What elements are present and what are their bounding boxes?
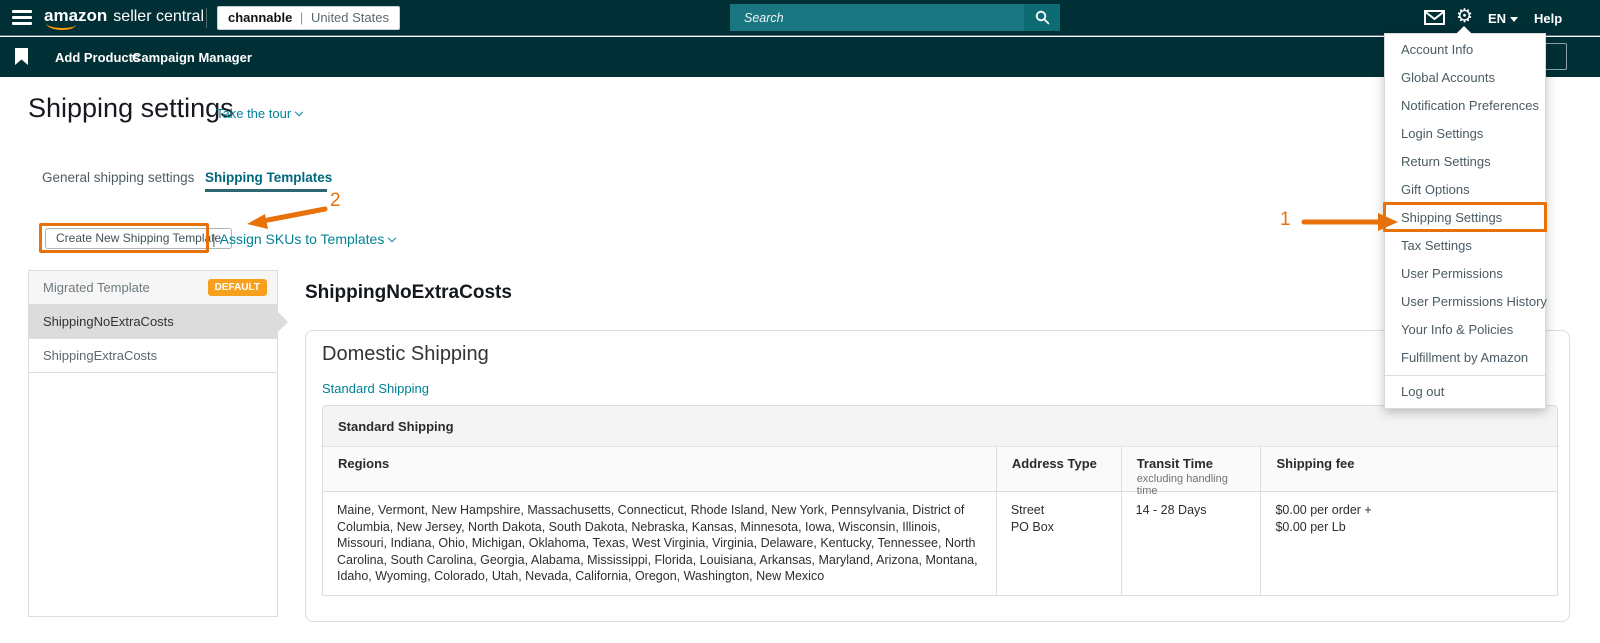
table-data-row: Maine, Vermont, New Hampshire, Massachus… <box>323 492 1557 595</box>
table-header-row: Regions Address Type Transit Time exclud… <box>323 447 1557 492</box>
account-name: channable <box>228 10 292 25</box>
menu-item-user-permissions[interactable]: User Permissions <box>1385 260 1545 288</box>
amazon-seller-central-logo[interactable]: amazonseller central <box>44 6 204 26</box>
template-name: Migrated Template <box>43 280 150 295</box>
top-navigation-bar: amazonseller central channable | United … <box>0 0 1600 36</box>
standard-shipping-table: Standard Shipping Regions Address Type T… <box>322 405 1558 596</box>
address-type-pobox: PO Box <box>1011 519 1107 536</box>
annotation-step-1: 1 <box>1268 203 1402 241</box>
take-the-tour-link[interactable]: Take the tour <box>216 106 302 121</box>
assign-separator: | <box>212 231 216 247</box>
column-header-transit-time: Transit Time excluding handling time <box>1121 447 1261 491</box>
search-button[interactable] <box>1024 4 1060 31</box>
secondary-navigation-bar: Add Products Campaign Manager <box>0 37 1600 77</box>
search-input[interactable] <box>730 4 1024 31</box>
tab-general-shipping-settings[interactable]: General shipping settings <box>42 170 194 185</box>
bookmark-glyph <box>15 48 28 65</box>
envelope-icon <box>1424 10 1445 25</box>
bookmark-icon[interactable] <box>15 48 28 70</box>
assign-skus-label: Assign SKUs to Templates <box>220 231 385 247</box>
menu-item-return-settings[interactable]: Return Settings <box>1385 148 1545 176</box>
tab-shipping-templates[interactable]: Shipping Templates <box>205 170 332 185</box>
nav-item-campaign-manager[interactable]: Campaign Manager <box>132 50 252 65</box>
shipping-templates-list: Migrated Template DEFAULT ShippingNoExtr… <box>28 270 278 617</box>
template-list-item-shippingnoextracosts[interactable]: ShippingNoExtraCosts <box>29 305 277 339</box>
standard-shipping-link[interactable]: Standard Shipping <box>322 381 429 396</box>
annotation-step-2-label: 2 <box>330 190 341 212</box>
page-title: Shipping settings <box>28 93 234 124</box>
menu-item-login-settings[interactable]: Login Settings <box>1385 120 1545 148</box>
messages-icon[interactable] <box>1424 10 1445 30</box>
template-list-item-shippingextracosts[interactable]: ShippingExtraCosts <box>29 339 277 373</box>
settings-gear-icon[interactable]: ⚙ <box>1456 7 1473 26</box>
default-badge: DEFAULT <box>208 279 267 296</box>
chevron-down-icon <box>388 234 396 242</box>
logo-divider <box>206 8 207 28</box>
assign-skus-to-templates-link[interactable]: Assign SKUs to Templates <box>220 231 396 247</box>
menu-item-notification-preferences[interactable]: Notification Preferences <box>1385 92 1545 120</box>
transit-time-label: Transit Time <box>1137 456 1213 471</box>
menu-item-global-accounts[interactable]: Global Accounts <box>1385 64 1545 92</box>
marketplace-name: United States <box>311 10 389 25</box>
fee-per-lb: $0.00 per Lb <box>1275 519 1543 536</box>
cell-address-type: Street PO Box <box>996 492 1121 595</box>
selected-template-title: ShippingNoExtraCosts <box>305 282 512 304</box>
column-header-address-type: Address Type <box>996 447 1121 491</box>
arrow-right-icon <box>1268 203 1402 241</box>
language-code: EN <box>1488 11 1506 26</box>
menu-item-fulfillment-by-amazon[interactable]: Fulfillment by Amazon <box>1385 344 1545 372</box>
menu-item-user-permissions-history[interactable]: User Permissions History <box>1385 288 1545 316</box>
assign-skus-row: |Assign SKUs to Templates <box>212 231 395 247</box>
menu-item-log-out[interactable]: Log out <box>1385 375 1545 406</box>
global-search <box>730 4 1060 31</box>
menu-item-tax-settings[interactable]: Tax Settings <box>1385 232 1545 260</box>
selected-item-arrow <box>277 311 288 333</box>
seller-central-logo-text: seller central <box>113 8 204 25</box>
template-name: ShippingExtraCosts <box>43 348 157 363</box>
menu-item-account-info[interactable]: Account Info <box>1385 36 1545 64</box>
cell-shipping-fee: $0.00 per order + $0.00 per Lb <box>1260 492 1557 595</box>
take-the-tour-label: Take the tour <box>216 106 291 121</box>
annotation-step-1-label: 1 <box>1280 209 1291 231</box>
cell-transit-time: 14 - 28 Days <box>1121 492 1261 595</box>
active-tab-underline <box>205 189 327 192</box>
dropdown-caret <box>1456 26 1472 34</box>
help-link[interactable]: Help <box>1534 11 1562 26</box>
column-header-regions: Regions <box>323 447 996 491</box>
column-header-shipping-fee: Shipping fee <box>1260 447 1557 491</box>
domestic-shipping-heading: Domestic Shipping <box>322 343 489 366</box>
chevron-down-icon <box>295 108 303 116</box>
template-name: ShippingNoExtraCosts <box>43 314 174 329</box>
template-list-item-migrated[interactable]: Migrated Template DEFAULT <box>29 271 277 305</box>
caret-down-icon <box>1510 17 1518 22</box>
domestic-shipping-card: Domestic Shipping Standard Shipping Stan… <box>305 330 1570 622</box>
menu-item-shipping-settings[interactable]: Shipping Settings <box>1385 204 1545 232</box>
search-icon <box>1035 10 1050 25</box>
account-separator: | <box>300 10 303 25</box>
hamburger-menu-icon[interactable] <box>12 10 32 26</box>
menu-item-gift-options[interactable]: Gift Options <box>1385 176 1545 204</box>
menu-item-your-info-policies[interactable]: Your Info & Policies <box>1385 316 1545 344</box>
cell-regions: Maine, Vermont, New Hampshire, Massachus… <box>323 492 996 595</box>
nav-item-add-products[interactable]: Add Products <box>55 50 140 65</box>
settings-dropdown-menu: Account Info Global Accounts Notificatio… <box>1384 33 1546 409</box>
fee-per-order: $0.00 per order + <box>1275 502 1543 519</box>
account-marketplace-switcher[interactable]: channable | United States <box>217 6 400 30</box>
create-new-shipping-template-button[interactable]: Create New Shipping Template <box>45 228 232 249</box>
amazon-smile-icon <box>46 23 76 30</box>
table-title: Standard Shipping <box>323 406 1557 447</box>
address-type-street: Street <box>1011 502 1107 519</box>
language-selector[interactable]: EN <box>1488 11 1518 26</box>
